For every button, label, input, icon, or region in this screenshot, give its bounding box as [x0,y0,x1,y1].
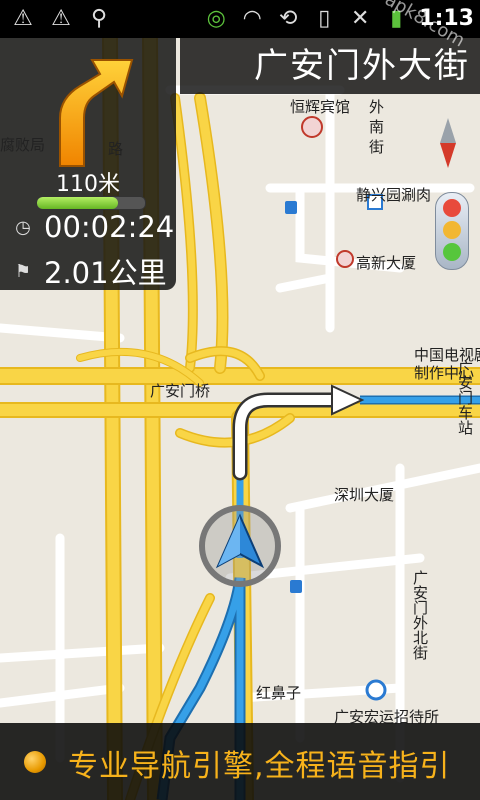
road-label: 广安门外北街 [411,570,429,660]
battery-icon: ▮ [390,5,403,31]
warning-icon: ⚠ [51,5,71,31]
red-light-icon [443,199,461,217]
yellow-light-icon [443,221,461,239]
clock-icon: ◷ [15,216,31,238]
current-street-name: 广安门外大街 [180,38,480,94]
next-turn-distance: 110米 [56,172,120,197]
bullet-icon [24,751,46,773]
road-label: 南 [369,118,385,136]
wifi-icon: ◠ [242,5,262,31]
compass-icon[interactable] [437,118,459,168]
remaining-time-row: ◷ 00:02:24 [12,210,174,244]
road-label: 广安门车站 [456,360,474,435]
signal-off-icon: ✕ [351,5,370,31]
sim-icon: ▯ [318,5,331,31]
road-label: 广安门桥 [150,382,211,400]
remaining-distance-row: ⚑ 2.01公里 [12,250,167,292]
poi-label: 高新大厦 [356,254,417,272]
route-progress-bar [36,196,146,210]
remaining-time: 00:02:24 [44,210,175,244]
usb-icon: ⚲ [90,5,108,31]
green-light-icon [443,243,461,261]
poi-label: 静兴园涮肉 [356,186,432,204]
promo-banner[interactable]: 专业导航引擎,全程语音指引 [0,723,480,800]
road-label: 街 [369,138,385,156]
current-location-marker [199,505,281,587]
road-label: 路 [108,140,124,158]
route-progress-fill [37,197,118,209]
navigation-info-panel[interactable]: 110米 ◷ 00:02:24 ⚑ 2.01公里 [0,38,176,290]
rotate-icon: ⟲ [279,5,298,31]
poi-label: 红鼻子 [256,684,302,702]
poi-label: 深圳大厦 [334,486,395,504]
poi-label: 恒辉宾馆 [290,98,351,116]
gps-icon: ◎ [206,5,226,31]
remaining-distance: 2.01公里 [44,256,167,290]
status-time: 1:13 [419,5,474,31]
traffic-toggle-button[interactable] [435,192,469,270]
status-bar: ⚠ ⚠ ⚲ ◎ ◠ ⟲ ▯ ✕ ▮ 1:13 [0,0,480,38]
warning-icon: ⚠ [13,5,33,31]
road-label: 外 [369,98,385,116]
banner-text: 专业导航引擎,全程语音指引 [68,749,451,784]
checkered-flag-icon: ⚑ [14,260,32,282]
poi-label: 腐败局 [0,136,46,154]
